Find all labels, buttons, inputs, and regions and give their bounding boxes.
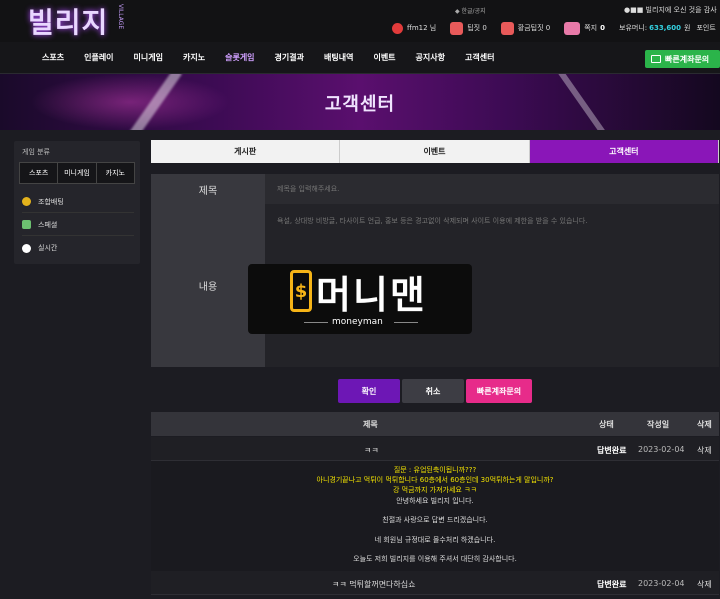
answer-line: 안녕하세요 빌리지 입니다. (396, 497, 474, 505)
gold-ticket-label: 황금팁짓 0 (517, 24, 551, 32)
sidebar-item-special[interactable]: 스페셜 (22, 214, 134, 236)
sidebar-title: 게임 분류 (22, 148, 50, 156)
site-logo-sub: VILLAGE (117, 4, 124, 30)
ticket-stat[interactable]: 팁짓 0 (450, 21, 487, 35)
sidebar-item-label: 스페셜 (38, 220, 58, 229)
question-line: 강 먹금까지 가져가세요 ㅋㅋ (393, 486, 477, 494)
question-line: 아니경기끝나고 먹튀이 먹튀합니다 60층에서 60층인데 30먹튀하는게 말입… (316, 476, 554, 484)
main-nav: 스포츠 인플레이 미니게임 카지노 슬롯게임 경기결과 배팅내역 이벤트 공지사… (0, 42, 720, 74)
nav-item-results[interactable]: 경기결과 (275, 52, 304, 63)
cancel-button[interactable]: 취소 (402, 379, 464, 403)
nav-item-events[interactable]: 이벤트 (373, 52, 395, 63)
gold-ticket-icon (500, 21, 514, 35)
top-header: 빌리지 VILLAGE ◆ 한글/공지 ●■■ 빌리지에 오신 것을 감사 ff… (0, 0, 720, 42)
watermark-logo: $ 머니맨 moneyman (248, 264, 472, 334)
col-date: 작성일 (647, 420, 670, 429)
nav-item-minigame[interactable]: 미니게임 (134, 52, 163, 63)
points-note: 포인트 (696, 23, 715, 33)
watermark-text: 머니맨 (316, 273, 427, 317)
announcement-ticker: ●■■ 빌리지에 오신 것을 감사 (624, 6, 717, 14)
sidebar-item-combo[interactable]: 조합배팅 (22, 191, 134, 213)
title-label: 제목 (151, 174, 265, 204)
question-line: 질문 : 유업된축이됩니까??? (393, 466, 477, 474)
stopwatch-icon (22, 243, 31, 253)
money-label: 보유머니: (619, 24, 648, 32)
user-name[interactable]: ffm12 님 (392, 22, 437, 34)
col-title: 제목 (363, 420, 378, 429)
answer-line: 친절과 사랑으로 답변 드리겠습니다. (382, 516, 488, 524)
card-icon (651, 55, 661, 63)
message-count: 0 (600, 24, 605, 32)
message-icon (564, 21, 581, 35)
phone-dollar-icon: $ (290, 270, 312, 312)
row-title[interactable]: ㅋㅋ (364, 445, 379, 456)
col-status: 상태 (599, 420, 614, 429)
quick-account-label: 빠른계좌문의 (665, 54, 710, 64)
table-row[interactable]: ㅋㅋ 답변완료 2023-02-04 삭제 (151, 437, 719, 461)
page-banner: 고객센터 (0, 74, 720, 130)
gold-ticket-stat[interactable]: 황금팁짓 0 (500, 21, 551, 35)
sidebar-tab-casino[interactable]: 카지노 (96, 163, 134, 183)
watermark-divider (304, 322, 328, 323)
money-unit: 원 (684, 24, 691, 32)
message-label: 쪽지 (584, 24, 598, 32)
row-delete-button[interactable]: 삭제 (697, 445, 712, 456)
row-delete-button[interactable]: 삭제 (697, 579, 712, 590)
inquiry-detail: 질문 : 유업된축이됩니까??? 아니경기끝나고 먹튀이 먹튀합니다 60층에서… (151, 461, 719, 571)
board-tabs: 게시판 이벤트 고객센터 (151, 140, 719, 163)
col-delete: 삭제 (697, 420, 712, 429)
tab-board[interactable]: 게시판 (151, 140, 341, 163)
nav-item-bet-history[interactable]: 배팅내역 (324, 52, 353, 63)
inquiry-table-header: 제목 상태 작성일 삭제 (151, 412, 719, 436)
message-stat[interactable]: 쪽지 0 (564, 21, 605, 35)
sidebar-tab-minigame[interactable]: 미니게임 (58, 163, 97, 183)
tab-support[interactable]: 고객센터 (529, 140, 719, 163)
nav-item-support[interactable]: 고객센터 (465, 52, 494, 63)
money-stat[interactable]: 보유머니: 633,600 원 (619, 23, 690, 33)
site-logo[interactable]: 빌리지 (28, 1, 108, 41)
row-status: 답변완료 (597, 580, 627, 589)
account-inquiry-button[interactable]: 빠른계좌문의 (466, 379, 532, 403)
sidebar-item-label: 실시간 (38, 244, 58, 252)
row-date: 2023-02-04 (638, 579, 685, 588)
medal-icon (22, 197, 31, 206)
nav-item-slot[interactable]: 슬롯게임 (225, 52, 254, 63)
tab-events[interactable]: 이벤트 (340, 140, 530, 163)
game-category-sidebar: 게임 분류 스포츠 미니게임 카지노 조합배팅 스페셜 실시간 (14, 141, 140, 264)
submit-button[interactable]: 확인 (338, 379, 400, 403)
answer-line: 네 회원님 규정대로 몰수처리 하겠습니다. (374, 536, 496, 544)
table-row[interactable]: ㅋㅋ 먹튀할꺼면다하십쇼 답변완료 2023-02-04 삭제 (151, 571, 719, 595)
notice-link[interactable]: ◆ 한글/공지 (455, 6, 486, 15)
sidebar-tabs: 스포츠 미니게임 카지노 (19, 162, 135, 184)
sidebar-item-label: 조합배팅 (38, 197, 64, 206)
watermark-divider (394, 322, 418, 323)
quick-account-button[interactable]: 빠른계좌문의 (645, 50, 720, 68)
sidebar-tab-sports[interactable]: 스포츠 (20, 163, 59, 183)
row-status: 답변완료 (597, 446, 627, 455)
nav-item-notice[interactable]: 공지사항 (416, 52, 445, 63)
title-row: 제목 (151, 174, 719, 204)
user-icon (392, 22, 403, 34)
nav-item-sports[interactable]: 스포츠 (42, 52, 64, 63)
ticket-icon (450, 21, 464, 35)
watermark-subtext: moneyman (332, 317, 383, 327)
page-title: 고객센터 (324, 94, 396, 115)
user-stats: ffm12 님 팁짓 0 황금팁짓 0 쪽지 0 보유머니: 633,600 원 (392, 21, 720, 35)
sidebar-item-live[interactable]: 실시간 (22, 237, 134, 259)
nav-item-inplay[interactable]: 인플레이 (84, 52, 113, 63)
title-input[interactable] (265, 174, 719, 204)
money-value: 633,600 (649, 24, 682, 32)
points-note-label: 포인트 (696, 24, 716, 32)
answer-line: 오늘도 저희 빌리지를 이용해 주셔서 대단히 감사합니다. (353, 555, 517, 563)
ticket-label: 팁짓 0 (467, 24, 487, 32)
row-date: 2023-02-04 (638, 445, 685, 454)
page: 빌리지 VILLAGE ◆ 한글/공지 ●■■ 빌리지에 오신 것을 감사 ff… (0, 0, 720, 599)
clipboard-icon (22, 220, 31, 229)
row-title[interactable]: ㅋㅋ 먹튀할꺼면다하십쇼 (332, 579, 416, 590)
nav-item-casino[interactable]: 카지노 (183, 52, 205, 63)
user-name-label: ffm12 님 (407, 24, 437, 32)
